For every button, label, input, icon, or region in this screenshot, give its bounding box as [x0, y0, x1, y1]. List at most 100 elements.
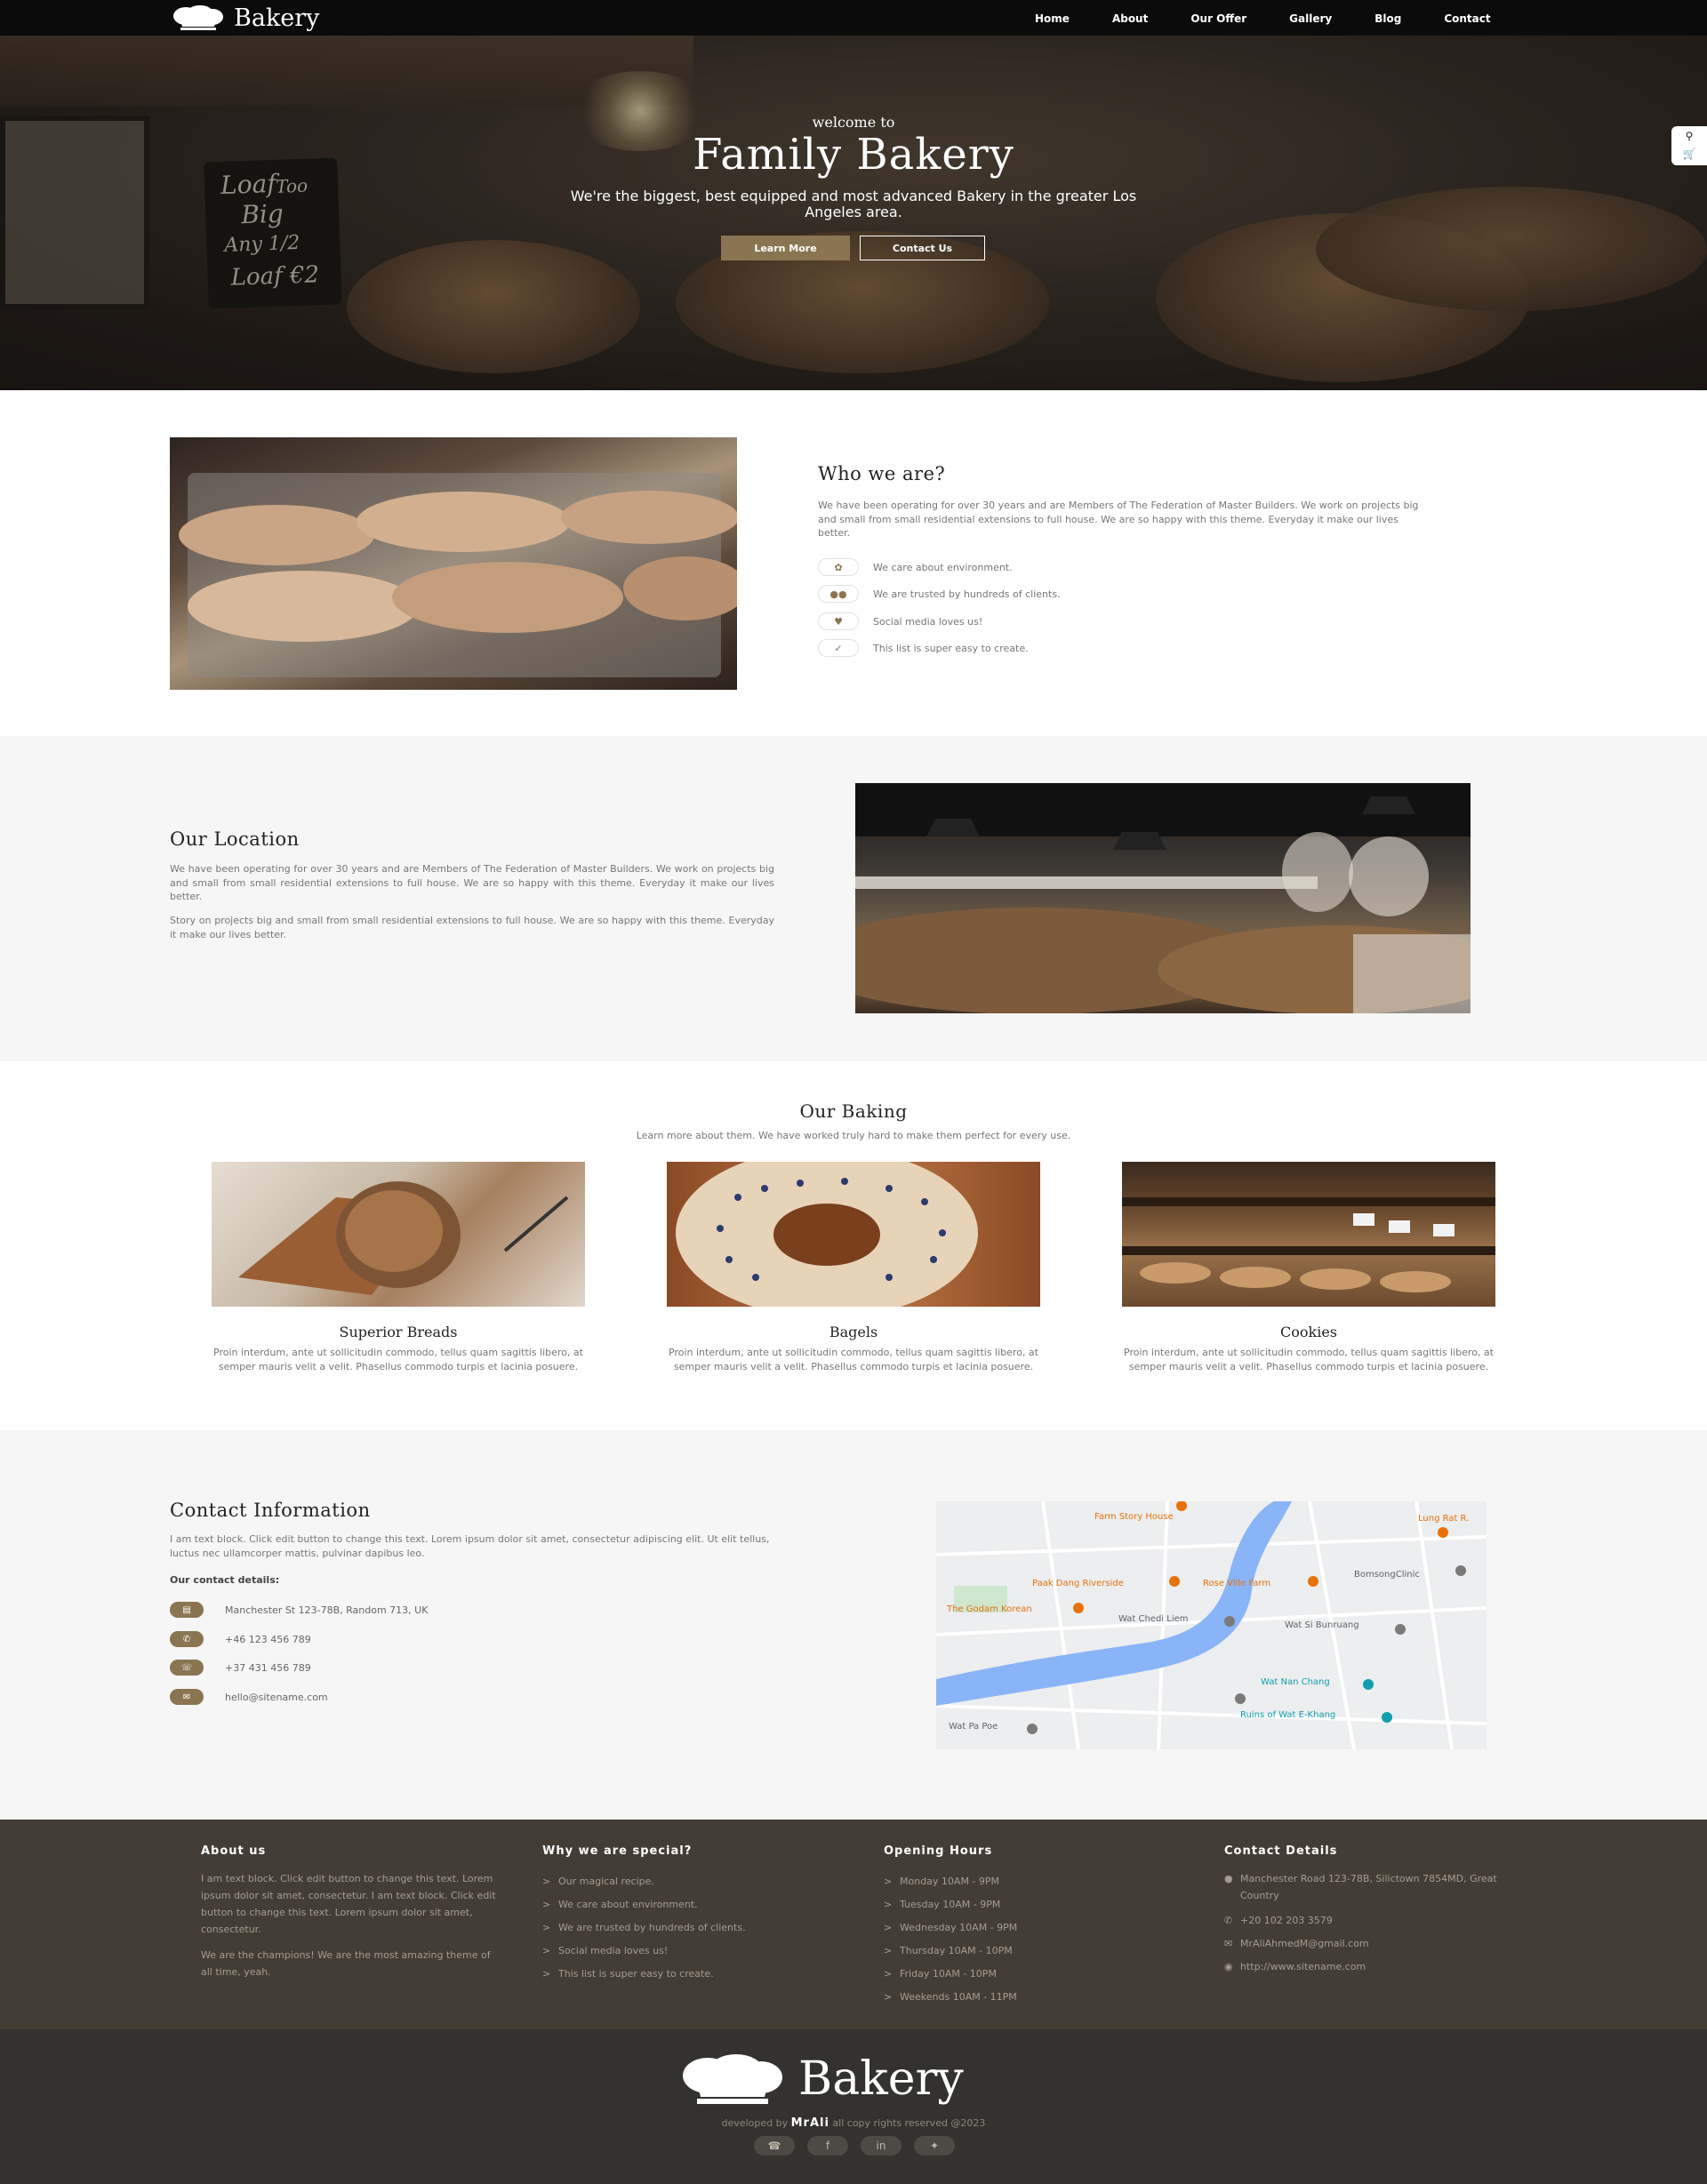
bread-tray-illustration — [179, 473, 737, 677]
map-label: Lung Rat R. — [1418, 1514, 1469, 1524]
bagel-card-illustration — [676, 1162, 978, 1307]
contact-row: ✉ hello@sitename.com — [170, 1689, 328, 1705]
learn-more-button[interactable]: Learn More — [721, 236, 850, 260]
footer-special-item[interactable]: > We care about environment. — [542, 1893, 845, 1916]
twitter-icon[interactable]: ✦ — [914, 2136, 955, 2156]
feature-label: Social media loves us! — [873, 615, 983, 628]
leaf-icon: ✿ — [818, 558, 859, 576]
footer-special-item[interactable]: > Our magical recipe. — [542, 1870, 845, 1893]
nav-about[interactable]: About — [1091, 0, 1169, 36]
brand-logo[interactable]: Bakery — [170, 4, 319, 32]
map-label: The Godam Korean — [946, 1604, 1032, 1614]
footer-hours-item: > Weekends 10AM - 11PM — [884, 1991, 1017, 2003]
chef-hat-icon — [173, 5, 223, 30]
map-label: Wat Chedi Liem — [1118, 1614, 1189, 1624]
map-label: Wat Si Bunruang — [1285, 1620, 1359, 1630]
feature-label: We care about environment. — [873, 561, 1013, 573]
footer-hours-item: > Wednesday 10AM - 9PM — [884, 1922, 1018, 1933]
footer-address: ● Manchester Road 123-78B, Silictown 7854… — [1224, 1870, 1527, 1904]
nav-our-offer[interactable]: Our Offer — [1169, 0, 1268, 36]
cart-icon[interactable]: 🛒 — [1671, 144, 1707, 162]
facebook-icon[interactable]: f — [807, 2136, 848, 2156]
heart-icon: ♥ — [818, 612, 859, 630]
contact-text: I am text block. Click edit button to ch… — [170, 1533, 770, 1559]
whatsapp-icon[interactable]: ☎ — [754, 2136, 795, 2156]
location-text-1: We have been operating for over 30 years… — [170, 863, 774, 902]
footer-bottom: Bakery developed by MrAli all copy right… — [0, 2029, 1707, 2184]
linkedin-icon[interactable]: in — [861, 2136, 902, 2156]
footer-about-text-2: We are the champions! We are the most am… — [201, 1949, 491, 1978]
feature-item: ♥ Social media loves us! — [818, 612, 982, 630]
map-icon: ▤ — [170, 1602, 204, 1618]
footer-special-item[interactable]: > We are trusted by hundreds of clients. — [542, 1916, 845, 1940]
nav-contact[interactable]: Contact — [1422, 0, 1511, 36]
card-text: Proin interdum, ante ut sollicitudin com… — [213, 1347, 583, 1372]
side-tools: ⚲ 🛒 — [1671, 126, 1707, 165]
nav-blog[interactable]: Blog — [1353, 0, 1422, 36]
contact-value[interactable]: +37 431 456 789 — [225, 1662, 311, 1674]
baking-subtitle: Learn more about them. We have worked tr… — [636, 1130, 1071, 1141]
hero-welcome: welcome to — [812, 114, 895, 131]
credit-suffix: all copy rights reserved @2023 — [832, 2117, 986, 2129]
search-icon[interactable]: ⚲ — [1671, 126, 1707, 144]
contact-row: ☏ +37 431 456 789 — [170, 1660, 311, 1676]
map-illustration: Farm Story House Lung Rat R. Paak Dang R… — [936, 1501, 1487, 1749]
bread-card-illustration — [238, 1181, 569, 1295]
hero-banner: Loaf Too Big Any 1/2 Loaf €2 welcome to … — [0, 36, 1707, 390]
nav-gallery[interactable]: Gallery — [1268, 0, 1353, 36]
card-title: Cookies — [1280, 1324, 1337, 1340]
contact-value: Manchester St 123-78B, Random 713, UK — [225, 1604, 429, 1616]
bakery-shop-photo — [855, 783, 1471, 1013]
credit-author[interactable]: MrAli — [791, 2116, 829, 2130]
footer-website[interactable]: ◉ http://www.sitename.com — [1224, 1956, 1527, 1979]
map-label: Ruins of Wat E-Khang — [1240, 1710, 1335, 1720]
feature-label: We are trusted by hundreds of clients. — [873, 588, 1061, 600]
location-map[interactable]: Farm Story House Lung Rat R. Paak Dang R… — [936, 1501, 1487, 1749]
who-title: Who we are? — [818, 463, 946, 484]
footer-details-title: Contact Details — [1224, 1844, 1338, 1858]
mail-icon: ✉ — [1224, 1938, 1233, 1949]
baking-section: Our Baking Learn more about them. We hav… — [0, 1061, 1707, 1430]
footer-about: About us I am text block. Click edit but… — [201, 1844, 503, 1980]
footer-phone[interactable]: ✆ +20 102 203 3579 — [1224, 1909, 1527, 1932]
footer-brand-logo[interactable]: Bakery — [676, 2052, 964, 2106]
baking-title: Our Baking — [799, 1100, 908, 1122]
check-icon: ✓ — [818, 639, 859, 657]
location-text-2: Story on projects big and small from sma… — [170, 915, 774, 940]
map-label: Wat Pa Poe — [949, 1722, 998, 1732]
contact-value[interactable]: +46 123 456 789 — [225, 1634, 311, 1645]
contact-value[interactable]: hello@sitename.com — [225, 1692, 328, 1703]
contact-row: ▤ Manchester St 123-78B, Random 713, UK — [170, 1602, 428, 1618]
footer-hours: Opening Hours > Monday 10AM - 9PM > Tuesda… — [884, 1844, 1186, 2009]
contact-title: Contact Information — [170, 1500, 371, 1521]
users-icon: ●● — [818, 585, 859, 603]
location-section: Our Location We have been operating for … — [0, 736, 1707, 1061]
main-menu: Home About Our Offer Gallery Blog Contac… — [1014, 0, 1512, 36]
footer-email[interactable]: ✉ MrAliAhmedM@gmail.com — [1224, 1932, 1527, 1956]
footer-about-title: About us — [201, 1844, 267, 1858]
footer-special: Why we are special? > Our magical recipe.… — [542, 1844, 845, 1986]
bagel-card-photo — [667, 1162, 1040, 1307]
nav-home[interactable]: Home — [1014, 0, 1091, 36]
contact-us-button[interactable]: Contact Us — [860, 236, 985, 260]
bread-card-photo — [212, 1162, 585, 1307]
feature-item: ✓ This list is super easy to create. — [818, 639, 1029, 657]
who-text: We have been operating for over 30 years… — [818, 500, 1419, 539]
social-links: ☎ f in ✦ — [754, 2136, 955, 2156]
map-label: BomsongClinic — [1354, 1570, 1420, 1580]
pin-icon: ● — [1224, 1873, 1233, 1884]
phone-icon: ✆ — [170, 1631, 204, 1647]
footer-about-text: I am text block. Click edit button to ch… — [201, 1873, 496, 1935]
feature-item: ✿ We care about environment. — [818, 558, 1013, 576]
cookies-card-illustration — [1122, 1197, 1495, 1292]
footer-special-item[interactable]: > This list is super easy to create. — [542, 1963, 845, 1986]
footer-special-item[interactable]: > Social media loves us! — [542, 1940, 845, 1963]
card-title: Bagels — [829, 1324, 878, 1340]
map-label: Wat Nan Chang — [1261, 1677, 1330, 1687]
map-label: Farm Story House — [1094, 1512, 1174, 1522]
map-label: Rose Ville Farm — [1203, 1579, 1270, 1588]
footer-brand-name: Bakery — [798, 2052, 964, 2106]
top-navbar: Bakery Home About Our Offer Gallery Blog… — [0, 0, 1707, 36]
map-label: Paak Dang Riverside — [1032, 1579, 1124, 1588]
footer-hours-item: > Friday 10AM - 10PM — [884, 1968, 997, 1980]
